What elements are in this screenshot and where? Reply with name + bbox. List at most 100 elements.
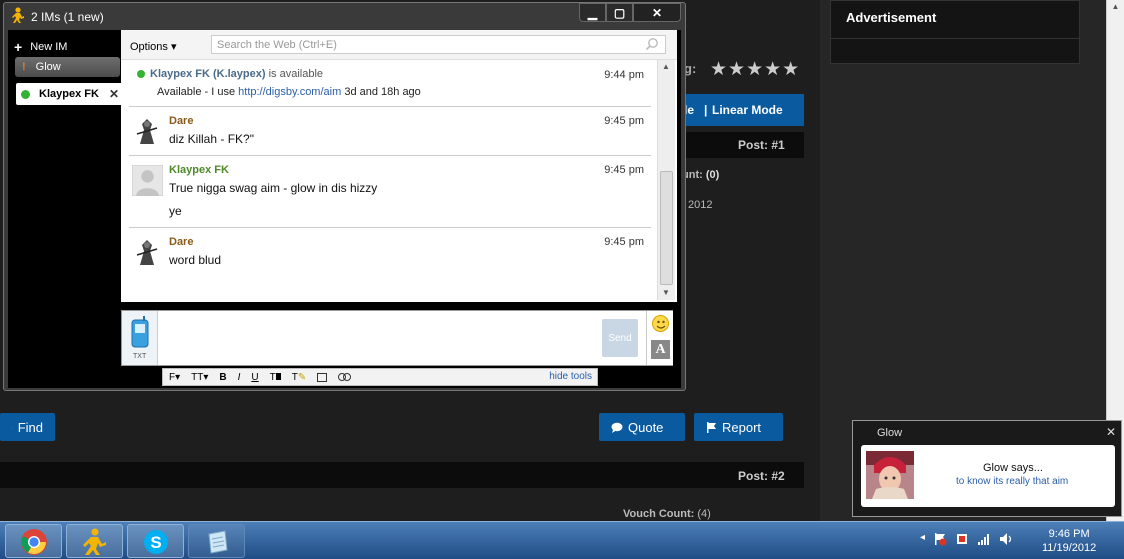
txt-button[interactable]: TXT xyxy=(122,311,158,365)
scroll-up-arrow[interactable]: ▲ xyxy=(1109,2,1122,14)
scroll-down-arrow[interactable]: ▼ xyxy=(662,288,670,297)
font-size-dropdown[interactable]: TT▾ xyxy=(191,372,208,383)
emoticon-icon[interactable] xyxy=(652,315,669,332)
message-scrollbar[interactable]: ▲ ▼ xyxy=(657,60,675,300)
join-year: 2012 xyxy=(688,199,713,211)
available-status-icon xyxy=(137,70,145,79)
notification-message: to know its really that aim xyxy=(956,476,1069,487)
format-toolbar: F▾ TT▾ B I U T T✎ hide tools xyxy=(162,368,598,386)
tab-klaypex[interactable]: Klaypex FK ✕ xyxy=(16,83,124,105)
close-tab-icon[interactable]: ✕ xyxy=(109,87,119,101)
chrome-icon xyxy=(21,529,47,555)
available-status-icon xyxy=(21,89,30,99)
post-number-2[interactable]: Post: #2 xyxy=(738,469,785,483)
plus-icon: + xyxy=(14,39,23,55)
font-icon[interactable]: A xyxy=(651,340,670,359)
status-buddy-name: Klaypex FK (K.laypex) xyxy=(150,68,266,80)
highlight-button[interactable]: T✎ xyxy=(292,372,307,383)
speech-bubble-icon xyxy=(611,422,623,433)
new-im-label: New IM xyxy=(30,41,68,53)
search-icon xyxy=(12,426,13,428)
send-button[interactable]: Send xyxy=(602,319,638,357)
skype-icon: S xyxy=(144,530,168,554)
message-input[interactable] xyxy=(162,315,592,361)
network-icon[interactable] xyxy=(977,532,991,546)
taskbar: S ◂ 9:46 PM 11/19/2012 xyxy=(0,521,1124,559)
message-text: ye xyxy=(169,204,182,218)
advertisement-title: Advertisement xyxy=(846,10,937,25)
divider xyxy=(831,38,1079,39)
new-im-button[interactable]: + New IM xyxy=(14,39,67,55)
close-button[interactable]: ✕ xyxy=(633,3,681,22)
count-label: unt: (0) xyxy=(682,169,720,181)
system-clock[interactable]: 9:46 PM 11/19/2012 xyxy=(1042,527,1096,555)
notification-popup[interactable]: Glow ✕ Glow says... to know its really t… xyxy=(852,420,1122,517)
notification-close-button[interactable]: ✕ xyxy=(1106,425,1116,439)
italic-button[interactable]: I xyxy=(238,372,241,383)
find-button[interactable]: Find xyxy=(0,413,55,441)
glow-avatar xyxy=(866,451,914,499)
taskbar-aim[interactable] xyxy=(66,524,123,558)
dare-avatar xyxy=(132,116,162,146)
digsby-link[interactable]: http://digsby.com/aim xyxy=(238,86,341,98)
show-hidden-icons-button[interactable]: ◂ xyxy=(920,532,925,546)
dare-avatar xyxy=(132,237,162,267)
hide-tools-link[interactable]: hide tools xyxy=(549,371,592,382)
im-content: + New IM ! Glow Klaypex FK ✕ Options ▾ S… xyxy=(8,30,681,388)
notification-sender: Glow says... xyxy=(983,462,1043,474)
background-color-icon[interactable] xyxy=(317,372,328,382)
svg-text:S: S xyxy=(150,533,161,552)
notification-body[interactable]: Glow says... to know its really that aim xyxy=(861,445,1115,507)
scroll-thumb[interactable] xyxy=(660,171,673,285)
taskbar-skype[interactable]: S xyxy=(127,524,184,558)
taskbar-chrome[interactable] xyxy=(5,524,62,558)
chat-toolbar: Options ▾ Search the Web (Ctrl+E) xyxy=(121,30,677,60)
vouch-count: Vouch Count: (4) xyxy=(623,508,711,520)
notification-title: Glow xyxy=(877,427,903,439)
mobile-phone-icon xyxy=(131,316,149,348)
font-family-dropdown[interactable]: F▾ xyxy=(169,372,180,383)
quote-button[interactable]: Quote xyxy=(599,413,685,441)
message-log[interactable]: Klaypex FK (K.laypex) is available 9:44 … xyxy=(121,60,657,302)
options-menu[interactable]: Options ▾ xyxy=(130,40,177,53)
message-time: 9:45 pm xyxy=(604,164,644,176)
new-message-icon: ! xyxy=(22,61,26,73)
txt-label: TXT xyxy=(133,353,147,360)
message-group: Klaypex FK 9:45 pm True nigga swag aim -… xyxy=(129,156,651,228)
message-text: word blud xyxy=(169,253,222,267)
app-tray-icon[interactable] xyxy=(955,532,969,546)
im-sidebar: + New IM ! Glow Klaypex FK ✕ xyxy=(8,30,124,388)
post-number[interactable]: Post: #1 xyxy=(738,138,785,152)
taskbar-notepad[interactable] xyxy=(188,524,245,558)
title-bar[interactable]: 2 IMs (1 new) ▁ ▢ ✕ xyxy=(4,3,685,29)
text-color-button[interactable]: T xyxy=(270,372,281,383)
web-search-input[interactable]: Search the Web (Ctrl+E) xyxy=(211,35,666,54)
input-side-tools: A xyxy=(646,311,673,365)
status-state: is available xyxy=(268,68,324,80)
status-line: Klaypex FK (K.laypex) is available xyxy=(137,68,323,80)
link-icon[interactable] xyxy=(338,373,352,381)
rating-stars[interactable]: ★★★★★ xyxy=(710,58,800,81)
action-center-icon[interactable] xyxy=(933,532,947,546)
message-group: Dare 9:45 pm word blud xyxy=(129,228,651,288)
im-window[interactable]: 2 IMs (1 new) ▁ ▢ ✕ + New IM ! Glow Klay… xyxy=(3,2,686,391)
minimize-button[interactable]: ▁ xyxy=(579,3,606,22)
report-label: Report xyxy=(722,419,762,435)
search-placeholder: Search the Web (Ctrl+E) xyxy=(217,39,337,51)
search-icon[interactable] xyxy=(645,37,659,51)
linear-mode-link[interactable]: Linear Mode xyxy=(712,103,783,117)
bold-button[interactable]: B xyxy=(219,372,226,383)
find-label: Find xyxy=(17,419,43,435)
volume-icon[interactable] xyxy=(999,532,1013,546)
clock-time: 9:46 PM xyxy=(1048,528,1090,540)
scroll-up-arrow[interactable]: ▲ xyxy=(662,62,670,71)
message-time: 9:45 pm xyxy=(604,236,644,248)
sender-name: Klaypex FK xyxy=(169,164,229,176)
mode-separator: | xyxy=(704,103,708,117)
tab-glow[interactable]: ! Glow xyxy=(15,57,120,77)
options-label: Options xyxy=(130,41,168,53)
report-button[interactable]: Report xyxy=(694,413,783,441)
tab-glow-label: Glow xyxy=(35,61,61,73)
underline-button[interactable]: U xyxy=(251,372,258,383)
maximize-button[interactable]: ▢ xyxy=(606,3,633,22)
